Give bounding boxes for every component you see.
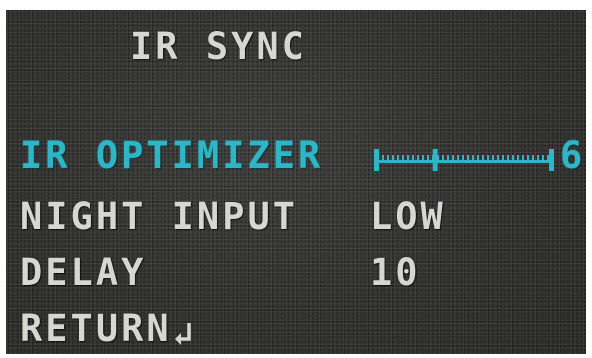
slider-tick	[402, 155, 404, 163]
osd-screen: IR SYNC IR OPTIMIZER 6 NIGHT INPUT LOW D…	[6, 10, 586, 354]
slider-start-cap	[374, 149, 379, 171]
slider-tick	[472, 155, 474, 163]
ir-optimizer-value: 6	[560, 134, 583, 177]
menu-item-return[interactable]: RETURN	[20, 310, 194, 347]
slider-tick	[547, 155, 549, 163]
slider-tick	[397, 155, 399, 163]
slider-tick	[417, 155, 419, 163]
night-input-value[interactable]: LOW	[370, 198, 446, 235]
slider-tick	[407, 155, 409, 163]
return-label: RETURN	[20, 307, 172, 350]
menu-item-delay[interactable]: DELAY	[20, 254, 146, 291]
slider-tick	[517, 155, 519, 163]
ir-optimizer-slider[interactable]	[368, 142, 560, 176]
slider-tick	[422, 155, 424, 163]
menu-title: IR SYNC	[130, 25, 307, 68]
slider-end-cap	[549, 149, 554, 171]
slider-track-icon	[374, 149, 554, 171]
slider-tick	[522, 155, 524, 163]
slider-tick	[447, 155, 449, 163]
slider-tick	[492, 155, 494, 163]
slider-tick	[542, 155, 544, 163]
slider-tick	[497, 155, 499, 163]
slider-tick	[482, 155, 484, 163]
slider-tick	[457, 155, 459, 163]
slider-tick	[392, 155, 394, 163]
slider-tick	[427, 155, 429, 163]
slider-tick	[387, 155, 389, 163]
slider-tick	[477, 155, 479, 163]
slider-tick	[537, 155, 539, 163]
slider-tick	[442, 155, 444, 163]
return-arrow-icon	[174, 317, 194, 347]
slider-tick	[502, 155, 504, 163]
slider-tick	[382, 155, 384, 163]
slider-tick	[462, 155, 464, 163]
slider-tick	[412, 155, 414, 163]
slider-tick	[467, 155, 469, 163]
slider-tick	[507, 155, 509, 163]
delay-value[interactable]: 10	[370, 254, 421, 291]
slider-tick	[452, 155, 454, 163]
slider-tick	[532, 155, 534, 163]
slider-tick	[487, 155, 489, 163]
slider-tick	[527, 155, 529, 163]
slider-tick	[512, 155, 514, 163]
menu-item-ir-optimizer[interactable]: IR OPTIMIZER	[20, 137, 323, 174]
menu-item-night-input[interactable]: NIGHT INPUT	[20, 198, 298, 235]
slider-thumb	[432, 149, 438, 171]
